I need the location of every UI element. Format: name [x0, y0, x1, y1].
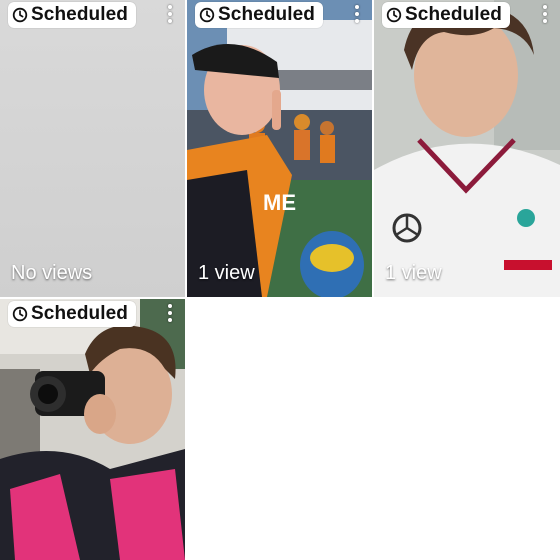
more-vertical-icon[interactable]	[350, 2, 364, 26]
meme-caption: ME	[263, 190, 296, 215]
view-count: No views	[11, 262, 93, 284]
scheduled-badge: Scheduled	[8, 2, 136, 28]
scheduled-badge: Scheduled	[382, 2, 510, 28]
video-thumbnail	[0, 299, 185, 560]
clock-icon	[12, 306, 28, 322]
video-thumbnail	[374, 0, 560, 297]
badge-label: Scheduled	[405, 4, 502, 25]
clock-icon	[12, 7, 28, 23]
badge-label: Scheduled	[31, 4, 128, 25]
view-count: 1 view	[385, 262, 442, 284]
video-tile-2[interactable]: ME Scheduled 1 view	[187, 0, 372, 297]
video-tile-4[interactable]: Scheduled	[0, 299, 185, 560]
scheduled-badge: Scheduled	[195, 2, 323, 28]
scheduled-badge: Scheduled	[8, 301, 136, 327]
video-tile-3[interactable]: Scheduled 1 view	[374, 0, 560, 297]
more-vertical-icon[interactable]	[163, 301, 177, 325]
more-vertical-icon[interactable]	[538, 2, 552, 26]
badge-label: Scheduled	[218, 4, 315, 25]
video-thumbnail	[0, 0, 185, 297]
video-thumbnail: ME	[187, 0, 372, 297]
view-count: 1 view	[198, 262, 255, 284]
video-tile-1[interactable]: Scheduled No views	[0, 0, 185, 297]
badge-label: Scheduled	[31, 303, 128, 324]
clock-icon	[199, 7, 215, 23]
more-vertical-icon[interactable]	[163, 2, 177, 26]
video-grid: Scheduled No views ME Scheduled 1 view S…	[0, 0, 560, 560]
clock-icon	[386, 7, 402, 23]
